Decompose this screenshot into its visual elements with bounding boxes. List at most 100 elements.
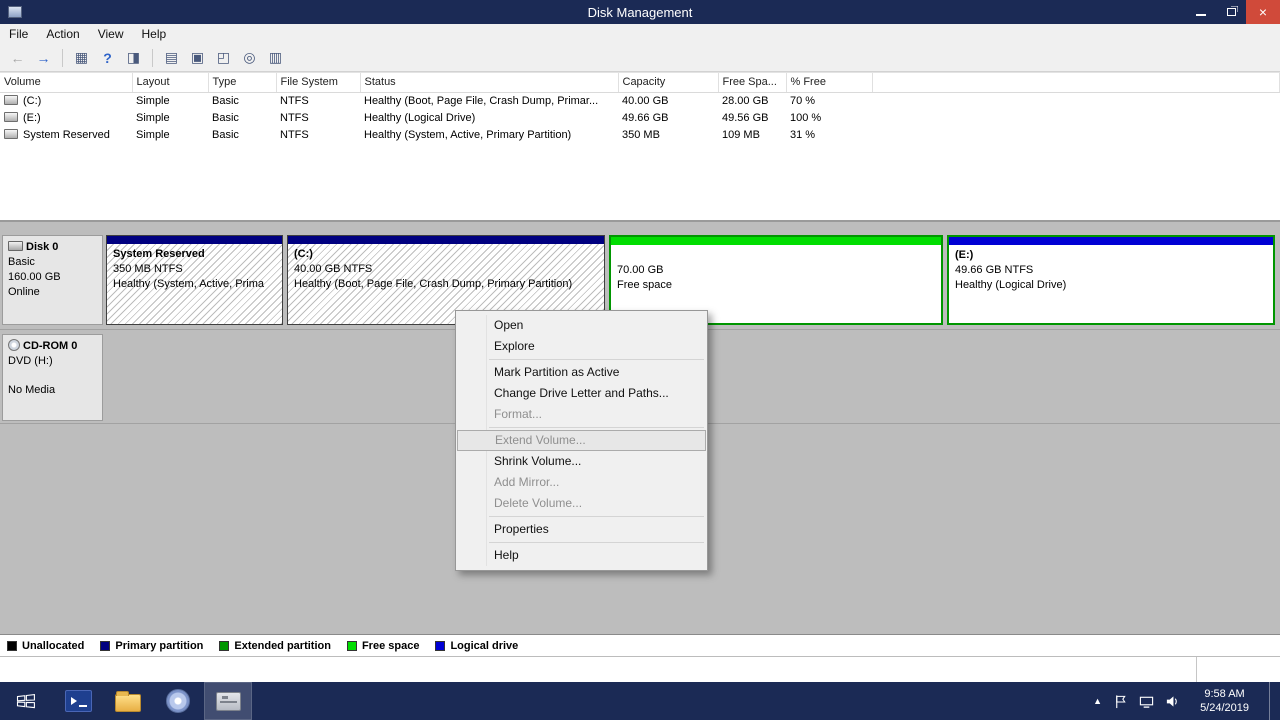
folder-icon xyxy=(115,694,141,712)
unallocated-swatch xyxy=(7,641,17,651)
header-type[interactable]: Type xyxy=(208,73,276,92)
cell-layout: Simple xyxy=(132,126,208,143)
partition-color-strip xyxy=(107,236,282,244)
minimize-icon xyxy=(1196,14,1206,16)
tray-date: 5/24/2019 xyxy=(1200,701,1249,715)
help-icon[interactable]: ? xyxy=(96,47,119,69)
legend-label: Free space xyxy=(362,640,419,652)
primary-partition-swatch xyxy=(100,641,110,651)
volume-icon[interactable] xyxy=(1165,694,1180,709)
cell-status: Healthy (Logical Drive) xyxy=(360,109,618,126)
titlebar[interactable]: Disk Management × xyxy=(0,0,1280,24)
properties-icon[interactable]: ▣ xyxy=(186,47,209,69)
toolbar-separator xyxy=(152,49,153,67)
action-center-flag-icon[interactable] xyxy=(1113,694,1128,709)
cell-pct-free: 70 % xyxy=(786,92,872,109)
legend-label: Extended partition xyxy=(234,640,331,652)
taskbar-powershell[interactable] xyxy=(54,682,102,720)
partition-size: 70.00 GB xyxy=(617,263,935,278)
context-menu-item-add-mirror[interactable]: Add Mirror... xyxy=(456,472,707,493)
header-free-space[interactable]: Free Spa... xyxy=(718,73,786,92)
context-menu-item-change-drive-letter[interactable]: Change Drive Letter and Paths... xyxy=(456,383,707,404)
partition-e[interactable]: (E:) 49.66 GB NTFS Healthy (Logical Driv… xyxy=(947,235,1275,325)
cell-free-space: 28.00 GB xyxy=(718,92,786,109)
maximize-button[interactable] xyxy=(1216,0,1246,24)
context-menu-item-format[interactable]: Format... xyxy=(456,404,707,425)
action-pane-icon[interactable]: ◨ xyxy=(122,47,145,69)
cell-layout: Simple xyxy=(132,109,208,126)
cdrom-0-label[interactable]: CD-ROM 0 DVD (H:) No Media xyxy=(2,334,103,421)
header-file-system[interactable]: File System xyxy=(276,73,360,92)
legend-unallocated: Unallocated xyxy=(7,640,84,652)
context-menu-item-shrink-volume[interactable]: Shrink Volume... xyxy=(456,451,707,472)
restore-icon xyxy=(1227,8,1236,16)
taskbar-media-player[interactable] xyxy=(154,682,202,720)
cell-file-system: NTFS xyxy=(276,109,360,126)
legend-label: Primary partition xyxy=(115,640,203,652)
windows-logo-icon xyxy=(16,693,36,709)
cell-volume: System Reserved xyxy=(23,129,110,141)
context-menu-item-open[interactable]: Open xyxy=(456,315,707,336)
taskbar-disk-management[interactable] xyxy=(204,682,252,720)
cell-type: Basic xyxy=(208,126,276,143)
show-desktop-button[interactable] xyxy=(1269,682,1277,720)
disk-type: DVD (H:) xyxy=(8,354,97,369)
volume-row-system-reserved[interactable]: System Reserved Simple Basic NTFS Health… xyxy=(0,126,1280,143)
search-icon[interactable]: ◎ xyxy=(238,47,261,69)
context-menu: Open Explore Mark Partition as Active Ch… xyxy=(455,310,708,571)
taskbar-file-explorer[interactable] xyxy=(104,682,152,720)
partition-name: (C:) xyxy=(294,247,598,262)
disk-management-icon xyxy=(216,692,241,711)
console-tree-icon[interactable]: ▦ xyxy=(70,47,93,69)
taskbar: ▲ 9:58 AM 5/24/2019 xyxy=(0,682,1280,720)
cell-file-system: NTFS xyxy=(276,92,360,109)
disk-status: No Media xyxy=(8,383,97,398)
context-menu-item-properties[interactable]: Properties xyxy=(456,519,707,540)
menu-help[interactable]: Help xyxy=(133,25,176,43)
close-button[interactable]: × xyxy=(1246,0,1280,24)
toolbar: ← → ▦ ? ◨ ▤ ▣ ◰ ◎ ▥ xyxy=(0,44,1280,72)
partition-status: Healthy (System, Active, Prima xyxy=(113,277,276,292)
status-strip-divider xyxy=(1196,657,1197,682)
menu-action[interactable]: Action xyxy=(37,25,88,43)
menu-view[interactable]: View xyxy=(89,25,133,43)
header-layout[interactable]: Layout xyxy=(132,73,208,92)
header-volume[interactable]: Volume xyxy=(0,73,132,92)
context-menu-item-help[interactable]: Help xyxy=(456,545,707,566)
views-icon[interactable]: ▥ xyxy=(264,47,287,69)
partition-system-reserved[interactable]: System Reserved 350 MB NTFS Healthy (Sys… xyxy=(106,235,283,325)
tray-time: 9:58 AM xyxy=(1200,687,1249,701)
export-list-icon[interactable]: ▤ xyxy=(160,47,183,69)
clock[interactable]: 9:58 AM 5/24/2019 xyxy=(1191,687,1258,715)
network-icon[interactable] xyxy=(1139,694,1154,709)
volume-row-c[interactable]: (C:) Simple Basic NTFS Healthy (Boot, Pa… xyxy=(0,92,1280,109)
open-folder-icon[interactable]: ◰ xyxy=(212,47,235,69)
context-menu-item-delete-volume[interactable]: Delete Volume... xyxy=(456,493,707,514)
tray-expand-icon[interactable]: ▲ xyxy=(1093,696,1102,706)
minimize-button[interactable] xyxy=(1186,0,1216,24)
cell-volume: (E:) xyxy=(23,112,41,124)
forward-icon[interactable]: → xyxy=(32,47,55,69)
legend-logical-drive: Logical drive xyxy=(435,640,518,652)
disk-0-label[interactable]: Disk 0 Basic 160.00 GB Online xyxy=(2,235,103,325)
header-capacity[interactable]: Capacity xyxy=(618,73,718,92)
context-menu-item-mark-partition-active[interactable]: Mark Partition as Active xyxy=(456,362,707,383)
back-icon[interactable]: ← xyxy=(6,47,29,69)
context-menu-item-explore[interactable]: Explore xyxy=(456,336,707,357)
close-icon: × xyxy=(1259,4,1267,20)
volume-row-e[interactable]: (E:) Simple Basic NTFS Healthy (Logical … xyxy=(0,109,1280,126)
header-pct-free[interactable]: % Free xyxy=(786,73,872,92)
context-menu-item-extend-volume[interactable]: Extend Volume... xyxy=(457,430,706,451)
disc-icon xyxy=(166,689,190,713)
menu-file[interactable]: File xyxy=(0,25,37,43)
partition-name xyxy=(617,248,935,263)
extended-partition-swatch xyxy=(219,641,229,651)
legend-free-space: Free space xyxy=(347,640,419,652)
legend-primary-partition: Primary partition xyxy=(100,640,203,652)
context-menu-separator xyxy=(489,516,704,517)
start-button[interactable] xyxy=(0,682,52,720)
system-tray: ▲ 9:58 AM 5/24/2019 xyxy=(1093,682,1280,720)
header-status[interactable]: Status xyxy=(360,73,618,92)
disk-management-window: Disk Management × File Action View Help … xyxy=(0,0,1280,720)
powershell-icon xyxy=(65,690,92,712)
